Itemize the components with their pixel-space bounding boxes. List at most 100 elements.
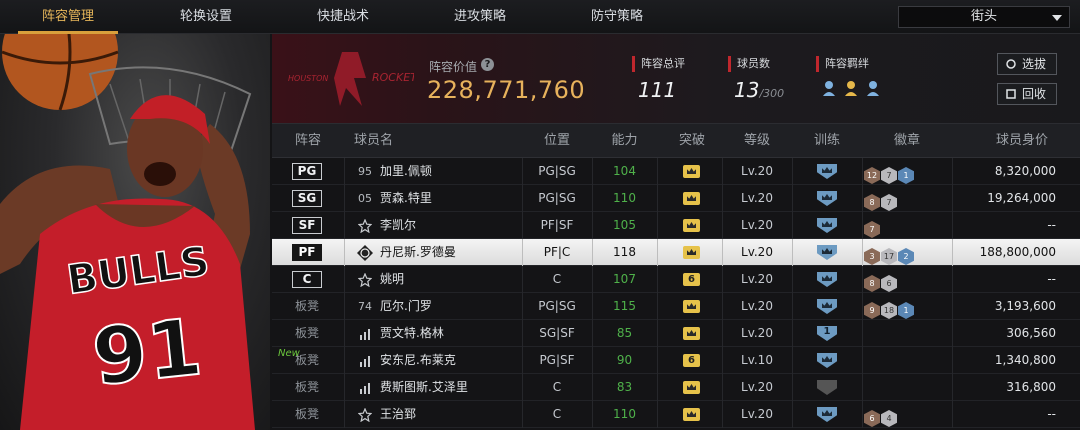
position-slot[interactable]: SF: [292, 217, 322, 234]
badge-list[interactable]: 64: [864, 406, 898, 427]
position-slot[interactable]: PF: [292, 244, 322, 261]
training-crown-icon[interactable]: [817, 191, 837, 206]
player-level: Lv.20: [741, 380, 773, 394]
training-crown-icon[interactable]: [817, 164, 837, 179]
breakthrough-crown-icon: [683, 246, 700, 259]
breakthrough-crown-icon: [683, 327, 700, 340]
badge-list[interactable]: 7: [864, 217, 881, 238]
badge-icon: 17: [881, 248, 897, 265]
total-rating-label: 阵容总评: [632, 56, 685, 72]
table-row[interactable]: 板凳 费斯图斯.艾泽里 C 83 Lv.20 316,800: [272, 374, 1080, 401]
player-ability: 110: [613, 191, 636, 205]
player-name[interactable]: 王治郅: [380, 401, 416, 428]
player-name[interactable]: 加里.佩顿: [380, 158, 432, 185]
player-name[interactable]: 贾文特.格林: [380, 320, 444, 347]
badge-icon: 1: [898, 167, 914, 184]
position-slot[interactable]: PG: [292, 163, 322, 180]
select-button[interactable]: 选拔: [997, 53, 1057, 75]
col-training: 训练: [813, 133, 840, 148]
player-ability: 115: [613, 299, 636, 313]
badge-list[interactable]: 87: [864, 190, 898, 211]
breakthrough-crown-icon: [683, 192, 700, 205]
badge-list[interactable]: 9 18 1: [864, 298, 915, 319]
player-value: 8,320,000: [994, 164, 1056, 178]
player-name[interactable]: 费斯图斯.艾泽里: [380, 374, 468, 401]
breakthrough-level: 6: [683, 354, 700, 367]
training-crown-icon[interactable]: [817, 353, 837, 368]
tab-lineup[interactable]: 阵容管理: [18, 0, 118, 34]
table-row[interactable]: SF 李凯尔 PF|SF 105 Lv.20 7 --: [272, 212, 1080, 239]
player-illustration: BULLS 91: [0, 34, 255, 430]
player-value: --: [1047, 272, 1056, 286]
player-name[interactable]: 厄尔.门罗: [380, 293, 432, 320]
training-crown-icon[interactable]: [817, 272, 837, 287]
table-row[interactable]: C 姚明 C 107 6 Lv.20 86 --: [272, 266, 1080, 293]
player-position: PG|SF: [539, 353, 575, 367]
bench-slot[interactable]: 板凳: [282, 320, 332, 347]
roster-table: PG 95 加里.佩顿 PG|SG 104 Lv.20 12 7 1 8,320,0…: [272, 158, 1080, 428]
table-row[interactable]: 板凳 74 厄尔.门罗 PG|SG 115 Lv.20 9 18 1 3,193,6…: [272, 293, 1080, 320]
tab-defense[interactable]: 防守策略: [567, 0, 667, 34]
court-select[interactable]: 街头: [898, 6, 1070, 28]
player-name[interactable]: 丹尼斯.罗德曼: [380, 239, 456, 266]
badge-icon: 6: [881, 275, 897, 292]
player-level: Lv.10: [741, 353, 773, 367]
badge-icon: 9: [864, 302, 880, 319]
tab-offense[interactable]: 进攻策略: [430, 0, 530, 34]
bench-slot[interactable]: 板凳: [282, 374, 332, 401]
table-row[interactable]: PF 丹尼斯.罗德曼 PF|C 118 Lv.20 3 17 2 188,800,0…: [272, 239, 1080, 266]
select-button-label: 选拔: [1022, 57, 1047, 71]
tab-quick-tactics[interactable]: 快捷战术: [293, 0, 393, 34]
player-name[interactable]: 姚明: [380, 266, 404, 293]
col-player-value: 球员身价: [995, 133, 1048, 148]
player-level: Lv.20: [741, 326, 773, 340]
training-empty-icon[interactable]: [817, 380, 837, 395]
player-count-value: 13/300: [734, 78, 784, 102]
rank-bars-icon: [354, 374, 376, 404]
bench-slot[interactable]: 板凳: [282, 401, 332, 428]
player-position: PG|SG: [538, 164, 576, 178]
player-value: 3,193,600: [994, 299, 1056, 313]
badge-list[interactable]: 12 7 1: [864, 163, 915, 184]
training-crown-icon[interactable]: [817, 245, 837, 260]
badge-icon: 7: [881, 167, 897, 184]
player-value: 316,800: [1006, 380, 1056, 394]
col-ability: 能力: [611, 133, 638, 148]
col-position: 位置: [543, 133, 570, 148]
training-level[interactable]: 1: [817, 326, 837, 341]
position-slot[interactable]: SG: [292, 190, 322, 207]
training-crown-icon[interactable]: [817, 407, 837, 422]
table-row[interactable]: 板凳 王治郅 C 110 Lv.20 64 --: [272, 401, 1080, 428]
player-name[interactable]: 安东尼.布莱克: [380, 347, 456, 374]
team-logo-icon: ROCKETS HOUSTON: [288, 52, 414, 106]
table-row[interactable]: PG 95 加里.佩顿 PG|SG 104 Lv.20 12 7 1 8,320,0…: [272, 158, 1080, 185]
star-icon: [354, 401, 376, 430]
badge-list[interactable]: 86: [864, 271, 898, 292]
new-tag: New: [278, 348, 300, 359]
training-crown-icon[interactable]: [817, 218, 837, 233]
player-position: PF|C: [543, 245, 571, 259]
table-row[interactable]: 板凳 贾文特.格林 SG|SF 85 Lv.20 1 306,560: [272, 320, 1080, 347]
breakthrough-crown-icon: [683, 381, 700, 394]
position-slot[interactable]: C: [292, 271, 322, 288]
team-logo-text: ROCKETS: [372, 71, 414, 84]
player-name[interactable]: 李凯尔: [380, 212, 416, 239]
player-count-label: 球员数: [728, 56, 770, 72]
player-level: Lv.20: [741, 299, 773, 313]
player-ability: 118: [613, 245, 636, 259]
col-level: 等级: [743, 133, 770, 148]
tab-rotation[interactable]: 轮换设置: [156, 0, 256, 34]
training-crown-icon[interactable]: [817, 299, 837, 314]
top-tab-bar: 阵容管理 轮换设置 快捷战术 进攻策略 防守策略 街头: [0, 0, 1080, 34]
badge-list[interactable]: 3 17 2: [864, 244, 915, 265]
bench-slot[interactable]: 板凳: [282, 293, 332, 320]
table-row[interactable]: 板凳 New 安东尼.布莱克 PG|SF 90 6 Lv.10 1,340,800: [272, 347, 1080, 374]
recycle-button[interactable]: 回收: [997, 83, 1057, 105]
jersey-number: 05: [358, 192, 372, 205]
table-row[interactable]: SG 05 贾森.特里 PG|SG 110 Lv.20 87 19,264,00…: [272, 185, 1080, 212]
bond-icons[interactable]: [822, 80, 888, 102]
player-ability: 83: [616, 380, 633, 394]
player-position: SG|SF: [539, 326, 575, 340]
player-name[interactable]: 贾森.特里: [380, 185, 432, 212]
help-icon[interactable]: ?: [481, 58, 494, 71]
